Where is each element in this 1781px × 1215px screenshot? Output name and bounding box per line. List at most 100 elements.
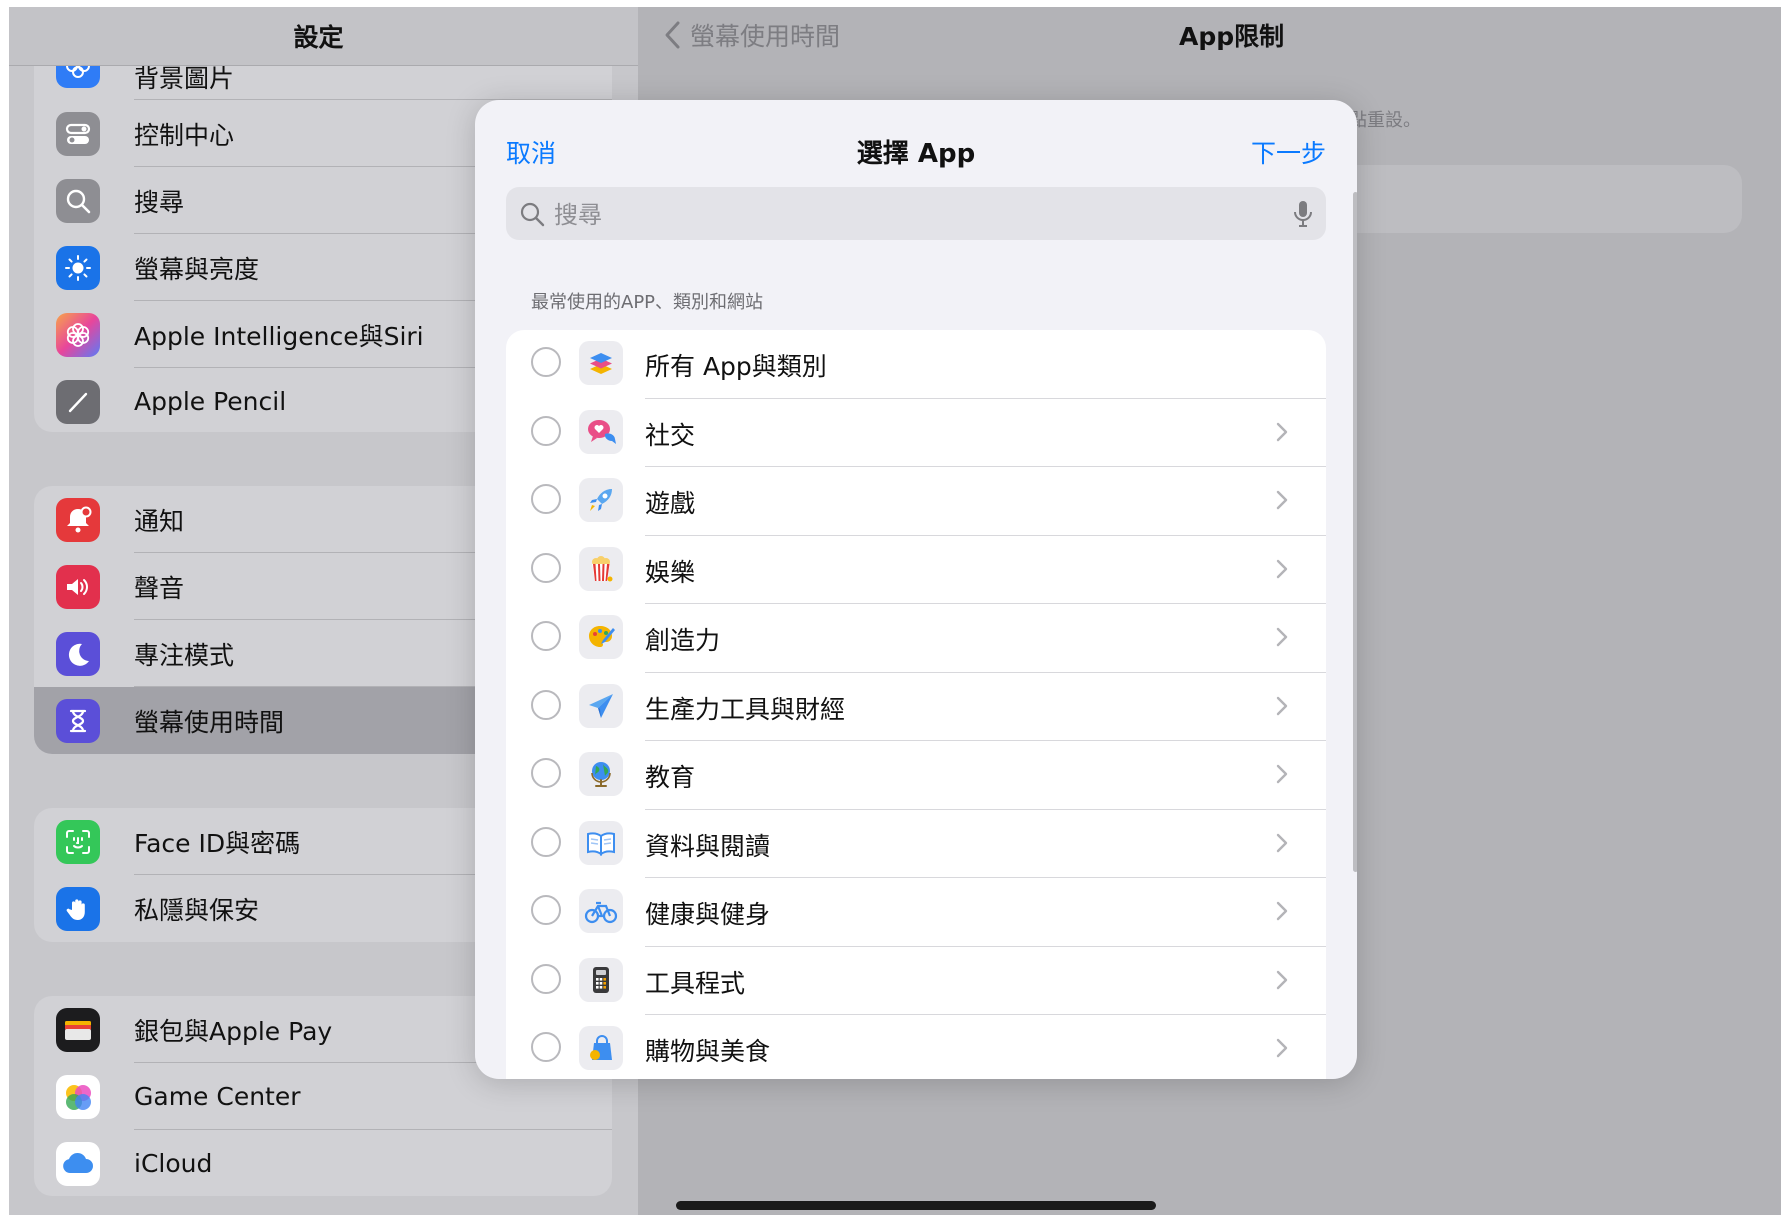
select-radio[interactable] [531, 895, 561, 925]
social-chat-icon [579, 409, 623, 454]
sidebar-item-label: Face ID與密碼 [134, 828, 301, 858]
list-item-social[interactable]: 社交 [506, 399, 1326, 467]
back-button[interactable]: 螢幕使用時間 [690, 17, 840, 53]
search-icon [518, 200, 546, 232]
search-input[interactable] [552, 187, 1276, 242]
list-item-label: 健康與健身 [645, 900, 771, 929]
chevron-right-icon [1276, 422, 1288, 446]
icloud-icon [56, 1141, 100, 1186]
chevron-right-icon [1276, 901, 1288, 925]
scrollbar[interactable] [1353, 192, 1357, 872]
list-item-label: 所有 App與類別 [645, 352, 827, 381]
select-radio[interactable] [531, 826, 561, 857]
section-header: 最常使用的APP、類別和網站 [531, 292, 764, 313]
rocket-icon [579, 478, 623, 522]
list-item-label: 工具程式 [645, 968, 746, 998]
select-radio[interactable] [531, 689, 561, 720]
hand-icon [56, 886, 100, 931]
chevron-right-icon [1276, 490, 1288, 514]
choose-app-sheet: 取消 選擇 App 下一步 最常使用的APP、類別和網站 所有 App與類別 [475, 100, 1357, 1079]
face-id-icon [56, 819, 100, 864]
sidebar-item-label: 搜尋 [134, 187, 185, 217]
list-item-education[interactable]: 教育 [506, 741, 1326, 810]
list-item-productivity-finance[interactable]: 生產力工具與財經 [506, 673, 1326, 741]
select-radio[interactable] [531, 347, 561, 377]
control-center-icon [56, 111, 100, 156]
sidebar-item-label: Game Center [134, 1082, 301, 1111]
sidebar-item-label: 螢幕使用時間 [134, 707, 285, 737]
chevron-right-icon [1276, 1038, 1288, 1062]
list-item-label: 社交 [645, 420, 696, 450]
paper-plane-icon [579, 683, 623, 728]
select-radio[interactable] [531, 552, 561, 583]
sidebar-header: 設定 [9, 7, 638, 66]
back-chevron-icon[interactable] [662, 20, 682, 54]
sidebar-item-label: iCloud [134, 1149, 213, 1178]
detail-note: 點重設。 [1349, 110, 1421, 131]
list-item-label: 購物與美食 [645, 1037, 771, 1066]
all-apps-stack-icon [579, 341, 623, 385]
list-item-information-reading[interactable]: 資料與閱讀 [506, 810, 1326, 878]
chevron-right-icon [1276, 627, 1288, 651]
book-icon [579, 820, 623, 865]
sidebar-item-label: 控制中心 [134, 120, 235, 150]
chevron-right-icon [1276, 559, 1288, 583]
sidebar-item-label: 私隱與保安 [134, 895, 260, 925]
sidebar-title: 設定 [293, 23, 344, 52]
hourglass-icon [56, 698, 100, 743]
bicycle-icon [579, 889, 623, 933]
home-indicator[interactable] [676, 1201, 1156, 1210]
microphone-icon[interactable] [1292, 199, 1314, 233]
list-item-label: 娛樂 [645, 557, 696, 587]
sheet-title: 選擇 App [856, 139, 976, 169]
sidebar-item-icloud[interactable]: iCloud [34, 1130, 612, 1196]
popcorn-icon [579, 546, 623, 591]
list-item-games[interactable]: 遊戲 [506, 467, 1326, 536]
chevron-right-icon [1276, 764, 1288, 788]
list-item-shopping-food[interactable]: 購物與美食 [506, 1015, 1326, 1079]
list-item-utilities[interactable]: 工具程式 [506, 947, 1326, 1015]
select-radio[interactable] [531, 484, 561, 514]
list-item-all-apps[interactable]: 所有 App與類別 [506, 330, 1326, 399]
select-radio[interactable] [531, 963, 561, 994]
sidebar-item-label: 銀包與Apple Pay [134, 1016, 333, 1046]
list-item-entertainment[interactable]: 娛樂 [506, 536, 1326, 604]
list-item-creativity[interactable]: 創造力 [506, 604, 1326, 673]
apple-intelligence-icon [56, 312, 100, 357]
speaker-icon [56, 564, 100, 609]
sidebar-item-label: 聲音 [134, 573, 185, 603]
chevron-right-icon [1276, 970, 1288, 994]
sidebar-item-label: Apple Pencil [134, 387, 287, 416]
moon-icon [56, 631, 100, 676]
wallet-icon [56, 1007, 100, 1052]
sidebar-item-label: 螢幕與亮度 [134, 254, 260, 284]
sidebar-item-label: Apple Intelligence與Siri [134, 321, 424, 351]
sidebar-item-label: 專注模式 [134, 640, 235, 670]
list-item-label: 資料與閱讀 [645, 831, 771, 861]
search-bar[interactable] [506, 187, 1326, 242]
category-list: 所有 App與類別 社交 遊戲 娛樂 創造力 生產力工具與財經 教育 資料與閱讀… [506, 330, 1326, 1079]
select-radio[interactable] [531, 758, 561, 788]
search-icon [56, 178, 100, 223]
list-item-health-fitness[interactable]: 健康與健身 [506, 878, 1326, 947]
game-center-icon [56, 1074, 100, 1119]
globe-icon [579, 752, 623, 796]
sidebar-item-label: 通知 [134, 506, 185, 536]
chevron-right-icon [1276, 833, 1288, 857]
detail-card [1309, 165, 1742, 233]
list-item-label: 教育 [645, 763, 696, 792]
next-button[interactable]: 下一步 [1251, 134, 1326, 170]
list-item-label: 遊戲 [645, 489, 696, 518]
page-title: App限制 [1179, 22, 1285, 51]
shopping-bag-icon [579, 1026, 623, 1070]
calculator-icon [579, 957, 623, 1002]
select-radio[interactable] [531, 1032, 561, 1062]
select-radio[interactable] [531, 415, 561, 446]
pencil-icon [56, 379, 100, 424]
list-item-label: 創造力 [645, 626, 721, 655]
chevron-right-icon [1276, 696, 1288, 720]
select-radio[interactable] [531, 621, 561, 651]
notification-bell-icon [56, 497, 100, 542]
brightness-icon [56, 245, 100, 290]
ipad-screen: 設定 背景圖片 控制中心 搜尋 螢幕與亮度 Apple Intelligence… [9, 7, 1781, 1215]
